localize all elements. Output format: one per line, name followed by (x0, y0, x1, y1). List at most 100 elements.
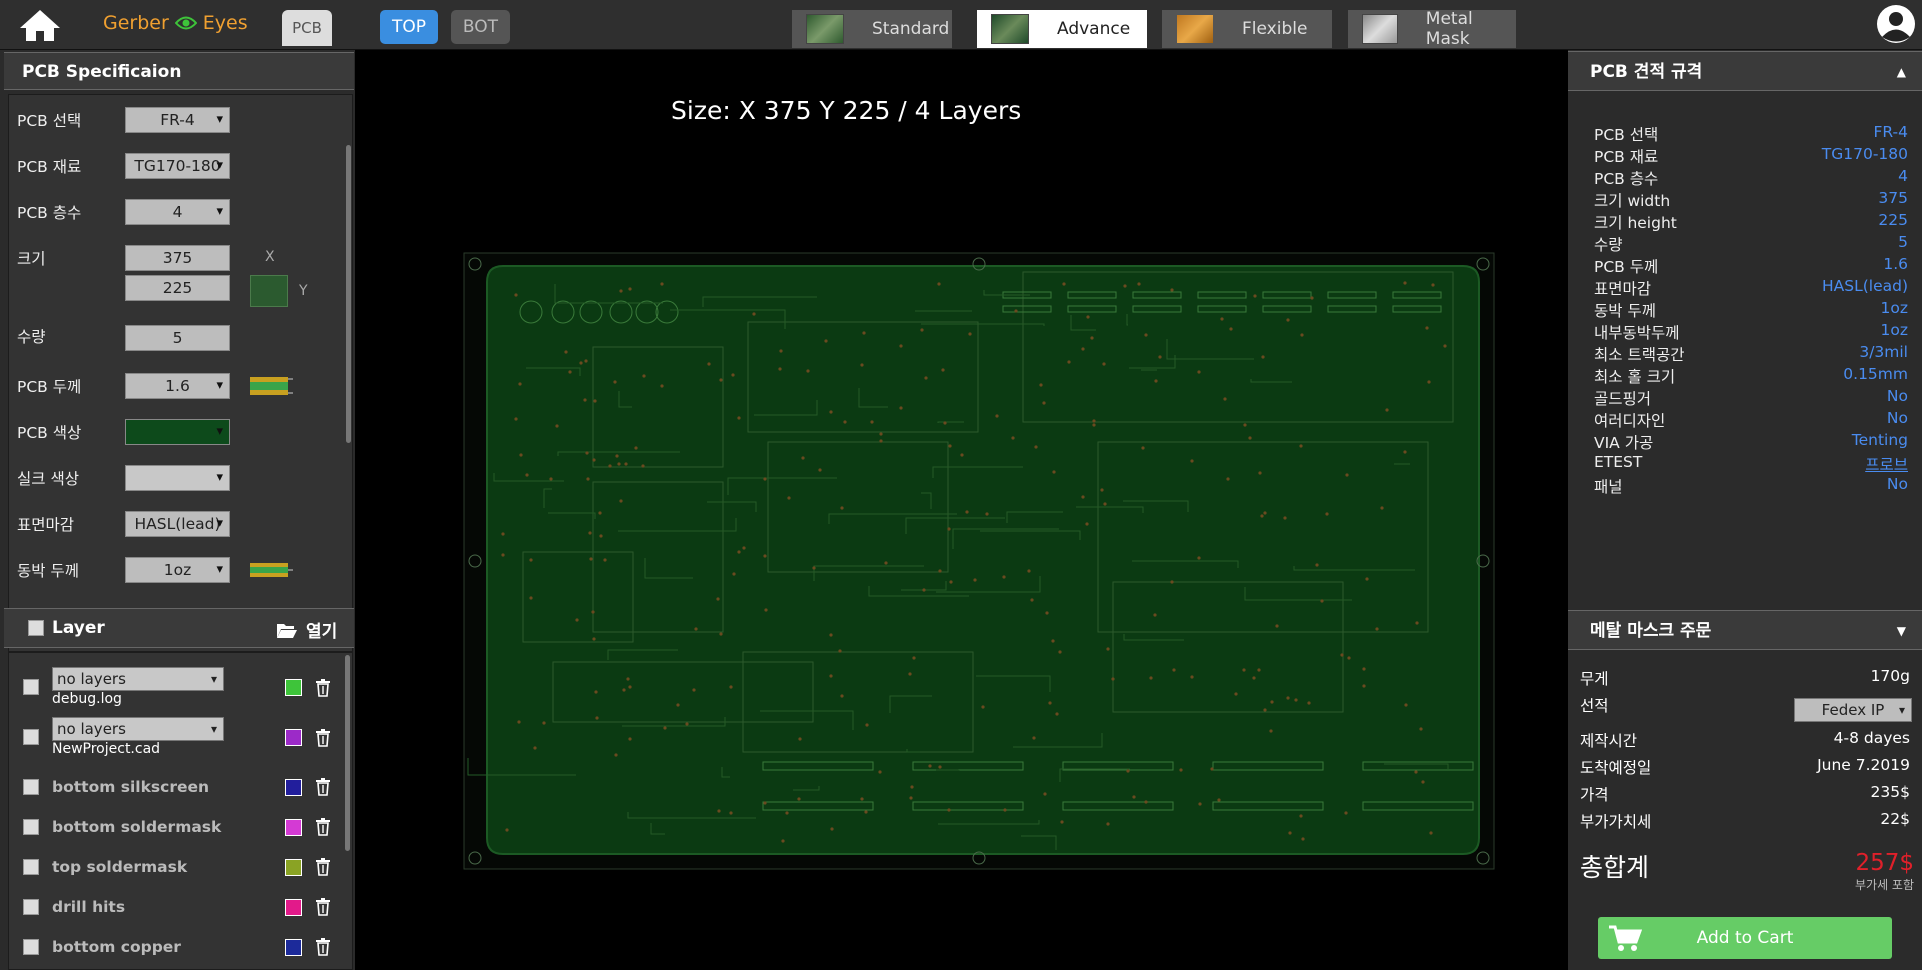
advance-thumbnail (991, 14, 1029, 44)
surface-finish-dropdown[interactable]: HASL(lead) (125, 511, 230, 537)
layer-checkbox[interactable] (23, 859, 39, 875)
user-avatar-icon[interactable] (1876, 4, 1916, 44)
pcb-color-label: PCB 색상 (17, 424, 82, 442)
quote-spec-value[interactable]: 프로브 (1865, 453, 1908, 475)
layer-checkbox[interactable] (23, 729, 39, 745)
via (1179, 768, 1183, 772)
silk-color-dropdown[interactable] (125, 465, 230, 491)
via (1039, 383, 1043, 387)
tab-flexible[interactable]: Flexible (1162, 10, 1332, 48)
thickness-dropdown[interactable]: 1.6 (125, 373, 230, 399)
via (1190, 459, 1194, 463)
layer-color-swatch[interactable] (285, 939, 302, 956)
via (862, 331, 866, 335)
layer-checkbox[interactable] (23, 819, 39, 835)
quote-spec-label: 여러디자인 (1594, 412, 1666, 430)
via (1137, 282, 1141, 286)
quote-spec-row: 골드핑거 No (1594, 387, 1908, 409)
layer-checkbox[interactable] (23, 939, 39, 955)
via (1286, 696, 1290, 700)
bot-side-button[interactable]: BOT (451, 10, 510, 44)
trash-icon[interactable] (315, 729, 331, 747)
quote-spec-label: 크기 height (1594, 214, 1677, 232)
layer-list: no layers debug.log no layers NewProject… (8, 652, 353, 970)
layer-color-swatch[interactable] (285, 859, 302, 876)
via (592, 637, 596, 641)
trash-icon[interactable] (315, 818, 331, 836)
via (1048, 701, 1052, 705)
size-y-input[interactable]: 225 (125, 275, 230, 301)
via (519, 453, 523, 457)
via (824, 339, 828, 343)
add-to-cart-label: Add to Cart (1696, 928, 1794, 948)
via (787, 496, 791, 500)
via (830, 827, 834, 831)
tab-standard[interactable]: Standard (792, 10, 952, 48)
copper-thickness-dropdown[interactable]: 1oz (125, 557, 230, 583)
layer-color-swatch[interactable] (285, 679, 302, 696)
trash-icon[interactable] (315, 679, 331, 697)
pcb-select-dropdown[interactable]: FR-4 (125, 107, 230, 133)
via (608, 464, 612, 468)
add-to-cart-button[interactable]: Add to Cart (1598, 917, 1892, 959)
trash-icon[interactable] (315, 898, 331, 916)
copper-thickness-label: 동박 두께 (17, 562, 79, 580)
layer-color-swatch[interactable] (285, 899, 302, 916)
quantity-input[interactable]: 5 (125, 325, 230, 351)
via (729, 811, 733, 815)
quote-panel-header[interactable]: PCB 견적 규격 ▲ (1568, 51, 1922, 91)
via (818, 468, 822, 472)
brand-logo[interactable]: Gerber Eyes (103, 12, 248, 34)
via (555, 424, 559, 428)
trash-icon[interactable] (315, 858, 331, 876)
pcb-layers-dropdown[interactable]: 4 (125, 199, 230, 225)
weight-row: 무게 170g (1580, 667, 1910, 689)
tab-metal-mask[interactable]: Metal Mask (1348, 9, 1516, 49)
via (1362, 667, 1366, 671)
trash-icon[interactable] (315, 938, 331, 956)
spec-scrollbar[interactable] (346, 145, 351, 443)
via (1002, 575, 1006, 579)
top-side-button[interactable]: TOP (380, 10, 438, 44)
pcb-board-render[interactable] (463, 252, 1495, 870)
order-panel-title: 메탈 마스크 주문 (1590, 621, 1712, 641)
layer-color-swatch[interactable] (285, 729, 302, 746)
layer-color-swatch[interactable] (285, 819, 302, 836)
arrival-label: 도착예정일 (1580, 759, 1652, 777)
size-x-input[interactable]: 375 (125, 245, 230, 271)
via (1003, 808, 1007, 812)
via (1275, 624, 1279, 628)
layer-select-all-checkbox[interactable] (28, 620, 44, 636)
quote-spec-value: TG170-180 (1821, 145, 1908, 163)
via (752, 312, 756, 316)
via (938, 765, 942, 769)
layer-color-swatch[interactable] (285, 779, 302, 796)
via (598, 511, 602, 515)
via (1260, 514, 1264, 518)
tab-metal-mask-label: Metal Mask (1425, 9, 1473, 49)
open-file-button[interactable]: 열기 (276, 617, 337, 642)
layer-checkbox[interactable] (23, 779, 39, 795)
via (622, 688, 626, 692)
via (1415, 621, 1419, 625)
pcb-color-dropdown[interactable] (125, 419, 230, 445)
tab-pcb[interactable]: PCB (282, 10, 332, 46)
layer-checkbox[interactable] (23, 679, 39, 695)
via (1158, 355, 1162, 359)
tab-advance[interactable]: Advance (977, 10, 1147, 48)
thickness-stack-icon (250, 377, 293, 395)
layer-type-dropdown[interactable]: no layers (52, 717, 224, 741)
arrival-value: June 7.2019 (1817, 756, 1910, 774)
via (1419, 727, 1423, 731)
via (619, 499, 623, 503)
layer-type-dropdown[interactable]: no layers (52, 667, 224, 691)
order-panel-header[interactable]: 메탈 마스크 주문 ▼ (1568, 610, 1922, 650)
gerber-viewer[interactable]: Size: X 375 Y 225 / 4 Layers (355, 50, 1568, 970)
layer-checkbox[interactable] (23, 899, 39, 915)
shipping-method-dropdown[interactable]: Fedex IP (1794, 698, 1912, 722)
trash-icon[interactable] (315, 778, 331, 796)
pcb-material-dropdown[interactable]: TG170-180 (125, 153, 230, 179)
via (1141, 446, 1145, 450)
home-icon[interactable] (18, 8, 62, 42)
via (1042, 401, 1046, 405)
